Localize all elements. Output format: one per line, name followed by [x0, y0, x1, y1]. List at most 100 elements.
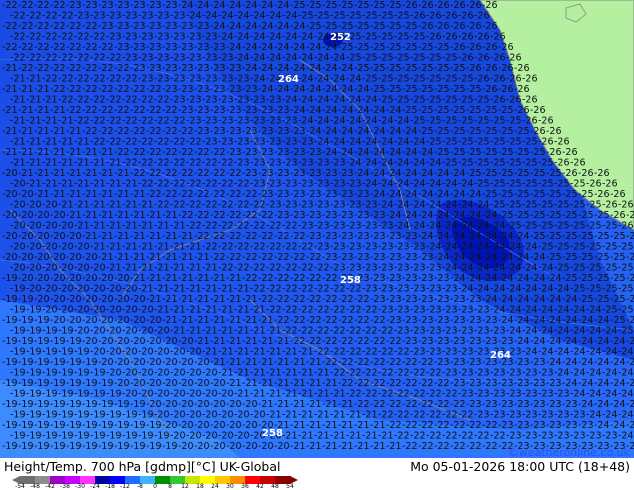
temperature-value-label: -20	[178, 378, 194, 389]
temperature-value-label: -20	[10, 221, 26, 232]
temperature-value-label: -24	[602, 410, 618, 421]
temperature-value-label: -19	[58, 368, 74, 379]
temperature-value-label: -23	[378, 263, 394, 274]
temperature-value-label: -23	[330, 263, 346, 274]
temperature-value-label: -21	[114, 189, 130, 200]
temperature-value-label: -21	[130, 231, 146, 242]
temperature-value-label: -23	[298, 137, 314, 148]
temperature-value-label: -25	[490, 200, 506, 211]
temperature-value-label: -21	[226, 315, 242, 326]
temperature-value-label: -23	[266, 200, 282, 211]
temperature-value-label: -23	[474, 368, 490, 379]
temperature-value-label: -21	[18, 84, 34, 95]
temperature-value-label: -23	[234, 74, 250, 85]
temperature-value-label: -25	[506, 137, 522, 148]
temperature-value-label: -24	[522, 263, 538, 274]
temperature-value-label: -20	[162, 336, 178, 347]
temperature-value-label: -20	[74, 242, 90, 253]
temperature-value-label: -25	[498, 105, 514, 116]
temperature-value-label: -24	[482, 231, 498, 242]
temperature-value-label: -24	[482, 210, 498, 221]
temperature-value-label: -23	[426, 347, 442, 358]
temperature-value-label: -20	[194, 357, 210, 368]
temperature-value-label: -23	[458, 305, 474, 316]
temperature-value-label: -25	[442, 53, 458, 64]
temperature-value-label: -23	[450, 378, 466, 389]
temperature-value-label: -21	[194, 336, 210, 347]
temperature-value-label: -24	[442, 242, 458, 253]
temperature-value-label: -23	[202, 53, 218, 64]
temperature-value-label: -23	[202, 137, 218, 148]
temperature-value-label: -22	[170, 116, 186, 127]
temperature-value-label: -24	[602, 368, 618, 379]
temperature-value-label: -22	[194, 168, 210, 179]
temperature-value-label: -20	[66, 315, 82, 326]
temperature-value-label: -23	[178, 105, 194, 116]
temperature-value-label: -25	[362, 53, 378, 64]
temperature-value-label: -23	[458, 347, 474, 358]
temperature-value-label: -19	[66, 441, 82, 452]
temperature-value-label: -22	[282, 263, 298, 274]
temperature-value-label: -23	[138, 32, 154, 43]
temperature-value-label: -23	[202, 74, 218, 85]
temperature-value-label: -21	[34, 126, 50, 137]
temperature-value-label: -25	[434, 105, 450, 116]
temperature-value-label: -23	[570, 431, 586, 442]
temperature-value-label: -22	[322, 315, 338, 326]
temperature-value-label: -19	[74, 389, 90, 400]
temperature-value-label: -24	[322, 42, 338, 53]
temperature-value-label: -20	[202, 410, 218, 421]
temperature-value-label: -24	[514, 315, 530, 326]
temperature-value-label: -25	[354, 21, 370, 32]
temperature-value-label: -25	[346, 11, 362, 22]
temperature-value-label: -25	[378, 95, 394, 106]
temperature-value-label: -23	[394, 263, 410, 274]
temperature-value-label: -25	[426, 137, 442, 148]
temperature-value-label: -25	[402, 42, 418, 53]
temperature-value-label: -19	[2, 399, 18, 410]
temperature-value-label: -22	[194, 147, 210, 158]
temperature-value-label: -22	[466, 441, 482, 452]
temperature-value-label: -23	[186, 116, 202, 127]
temperature-value-label: -24	[466, 273, 482, 284]
temperature-value-label: -25	[386, 63, 402, 74]
temperature-value-label: -23	[466, 399, 482, 410]
temperature-value-label: -22	[58, 74, 74, 85]
temperature-value-label: -25	[370, 84, 386, 95]
temperature-value-label: -22	[458, 410, 474, 421]
temperature-value-label: -24	[394, 221, 410, 232]
temperature-value-label: -24	[450, 189, 466, 200]
temperature-value-label: -24	[602, 347, 618, 358]
temperature-value-label: -23	[442, 368, 458, 379]
temperature-value-label: -22	[106, 95, 122, 106]
temperature-value-label: -25	[506, 158, 522, 169]
temperature-value-label: -21	[154, 221, 170, 232]
temperature-value-label: -25	[442, 95, 458, 106]
temperature-value-label: -21	[362, 410, 378, 421]
temperature-value-label: -21	[130, 273, 146, 284]
temperature-value-label: -24	[514, 294, 530, 305]
temperature-value-label: -25	[490, 137, 506, 148]
temperature-value-label: -22	[362, 326, 378, 337]
temperature-value-label: -23	[546, 378, 562, 389]
temperature-value-label: -20	[98, 357, 114, 368]
temperature-value-label: -22	[186, 158, 202, 169]
temperature-value-label: -25	[626, 252, 634, 263]
temperature-value-label: -22	[266, 305, 282, 316]
temperature-value-label: -22	[210, 231, 226, 242]
temperature-value-label: -23	[226, 63, 242, 74]
temperature-value-label: -23	[514, 399, 530, 410]
temperature-value-label: -24	[450, 168, 466, 179]
temperature-value-label: -24	[418, 189, 434, 200]
temperature-value-label: -21	[170, 221, 186, 232]
temperature-value-label: -25	[474, 137, 490, 148]
temperature-value-label: -22	[314, 263, 330, 274]
temperature-value-label: -22	[26, 32, 42, 43]
temperature-value-label: -22	[114, 84, 130, 95]
temperature-value-label: -23	[322, 210, 338, 221]
temperature-value-label: -25	[354, 0, 370, 11]
temperature-value-label: -21	[122, 242, 138, 253]
temperature-value-label: -24	[410, 137, 426, 148]
temperature-value-label: -23	[418, 294, 434, 305]
temperature-value-label: -22	[354, 357, 370, 368]
